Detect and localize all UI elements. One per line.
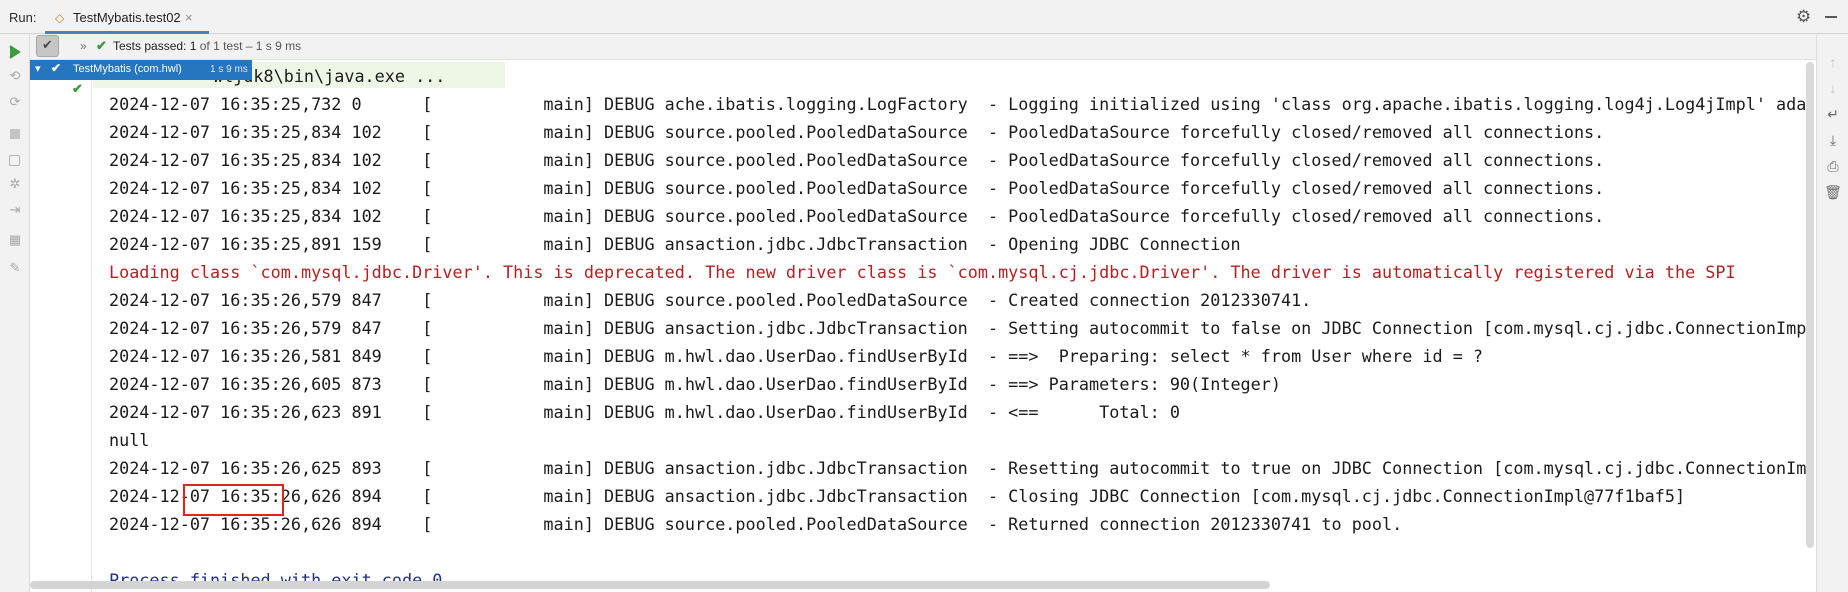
left-toolbar: ⟲ ⟳ ✲ ⇥ ▦ ✎ xyxy=(0,34,30,592)
stop-icon[interactable] xyxy=(7,126,23,142)
log-line: 2024-12-07 16:35:25,834 102 [ main] DEBU… xyxy=(109,206,1605,226)
tab-run-configuration[interactable]: ◇ TestMybatis.test02 × xyxy=(45,4,209,34)
console-output[interactable]: wljdk8\bin\java.exe ... 2024-12-07 16:35… xyxy=(93,60,1806,592)
chevron-down-icon[interactable]: ▾ xyxy=(35,62,41,75)
log-line: 2024-12-07 16:35:26,579 847 [ main] DEBU… xyxy=(109,318,1806,338)
log-line: 2024-12-07 16:35:25,891 159 [ main] DEBU… xyxy=(109,234,1241,254)
log-line: 2024-12-07 16:35:26,623 891 [ main] DEBU… xyxy=(109,402,1180,422)
log-line: 2024-12-07 16:35:26,579 847 [ main] DEBU… xyxy=(109,290,1312,310)
layout-icon[interactable]: ▦ xyxy=(7,232,23,250)
horizontal-scrollbar[interactable] xyxy=(30,581,1270,589)
log-line: 2024-12-07 16:35:25,834 102 [ main] DEBU… xyxy=(109,178,1605,198)
log-line: 2024-12-07 16:35:26,626 894 [ main] DEBU… xyxy=(109,486,1686,506)
log-line: 2024-12-07 16:35:25,834 102 [ main] DEBU… xyxy=(109,122,1605,142)
program-output-line: null xyxy=(109,430,150,450)
check-icon: ✔ xyxy=(42,37,53,52)
scroll-up-icon[interactable]: ↑ xyxy=(1824,54,1842,72)
log-line: 2024-12-07 16:35:26,605 873 [ main] DEBU… xyxy=(109,374,1281,394)
show-passed-toggle[interactable]: ✔ xyxy=(36,35,59,57)
run-label: Run: xyxy=(9,10,37,25)
tests-passed-count: Tests passed: 1 xyxy=(113,39,197,53)
toggle-auto-test-icon[interactable]: ⟳ xyxy=(7,94,23,112)
exit-icon[interactable]: ⇥ xyxy=(7,202,23,220)
tests-toolbar: ✔ » ✔ Tests passed: 1 of 1 test – 1 s 9 … xyxy=(30,34,1848,60)
log-line: 2024-12-07 16:35:26,581 849 [ main] DEBU… xyxy=(109,346,1484,366)
right-toolbar: ↑ ↓ ↵ ⤓ ⎙ 🗑 xyxy=(1816,34,1848,592)
gear-icon[interactable]: ⚙ xyxy=(1796,7,1811,27)
log-line: 2024-12-07 16:35:26,626 894 [ main] DEBU… xyxy=(109,514,1403,534)
rerun-failed-icon[interactable]: ⟲ xyxy=(7,68,23,86)
passed-icon: ✔ xyxy=(96,38,107,53)
print-icon[interactable]: ⎙ xyxy=(1824,158,1842,176)
minimize-icon[interactable] xyxy=(1825,16,1837,18)
passed-icon: ✔ xyxy=(51,61,62,75)
suite-duration: 1 s 9 ms xyxy=(210,64,248,75)
vertical-scrollbar[interactable] xyxy=(1806,62,1814,548)
chevron-double-right-icon[interactable]: » xyxy=(80,39,87,53)
pin-icon[interactable]: ✎ xyxy=(7,260,23,278)
rerun-icon[interactable] xyxy=(7,44,23,60)
tests-summary: of 1 test – 1 s 9 ms xyxy=(196,39,302,53)
clear-all-icon[interactable]: 🗑 xyxy=(1824,184,1842,202)
log-line: 2024-12-07 16:35:26,625 893 [ main] DEBU… xyxy=(109,458,1806,478)
log-line: 2024-12-07 16:35:25,834 102 [ main] DEBU… xyxy=(109,150,1605,170)
run-tool-window-header: Run: ◇ TestMybatis.test02 × ⚙ xyxy=(0,0,1848,34)
close-icon[interactable]: × xyxy=(185,10,193,25)
test-tree-row-selected[interactable]: ▾ ✔ TestMybatis (com.hwl) 1 s 9 ms xyxy=(30,60,252,80)
highlight-box xyxy=(183,484,284,516)
test-passed-icon: ✔ xyxy=(72,81,83,96)
debug-rerun-icon[interactable]: ✲ xyxy=(7,176,23,194)
scroll-to-end-icon[interactable]: ⤓ xyxy=(1824,132,1842,150)
suite-name: TestMybatis (com.hwl) xyxy=(73,63,182,75)
run-configuration-icon: ◇ xyxy=(55,11,65,25)
tests-status: Tests passed: 1 of 1 test – 1 s 9 ms xyxy=(113,39,301,53)
tab-label: TestMybatis.test02 xyxy=(73,10,181,25)
log-line: 2024-12-07 16:35:25,732 0 [ main] DEBUG … xyxy=(109,94,1806,114)
soft-wrap-icon[interactable]: ↵ xyxy=(1824,106,1842,124)
scroll-down-icon[interactable]: ↓ xyxy=(1824,80,1842,98)
test-tree-panel: ✔ xyxy=(30,60,92,592)
warning-line: Loading class `com.mysql.jdbc.Driver'. T… xyxy=(109,262,1736,282)
screenshot-icon[interactable] xyxy=(7,152,23,168)
